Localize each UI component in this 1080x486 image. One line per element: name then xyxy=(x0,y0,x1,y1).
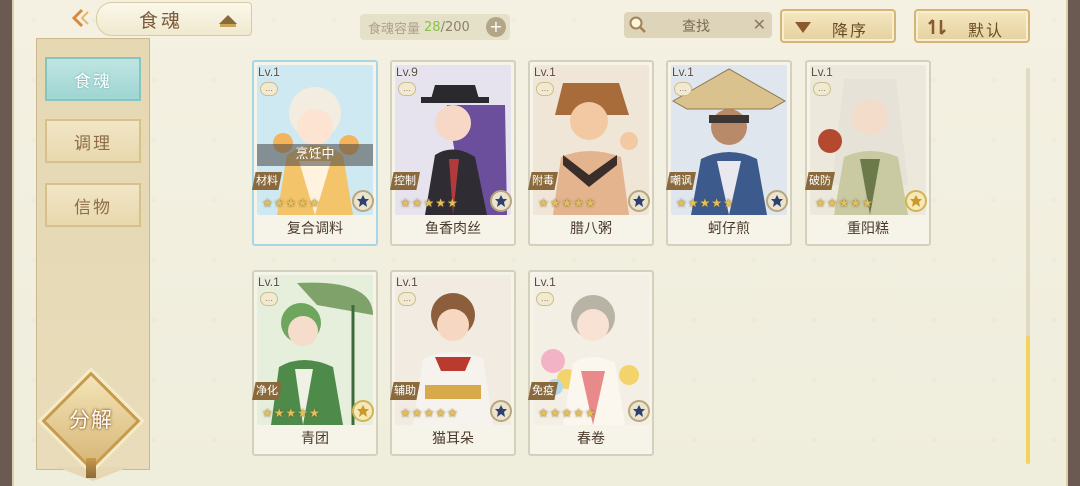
star-rating: ★★★★★ xyxy=(262,406,321,420)
food-soul-name: 复合调料 xyxy=(287,221,343,237)
sort-default-label: 默认 xyxy=(968,21,1005,40)
chef-hat-icon xyxy=(217,11,239,33)
capacity-current: 28 xyxy=(424,19,441,35)
sidebar-item-label: 信物 xyxy=(74,197,112,218)
food-soul-name: 腊八粥 xyxy=(570,221,612,237)
star-rating: ★★★★★ xyxy=(400,196,459,210)
element-emblem-icon xyxy=(352,190,374,212)
page-title-text: 食魂 xyxy=(139,9,184,32)
level-label: Lv.1 xyxy=(258,275,280,289)
star-rating: ★★★★★ xyxy=(538,196,597,210)
role-tag: 控制 xyxy=(390,172,420,190)
sort-order-button[interactable]: 降序 xyxy=(780,9,896,43)
sort-order-label: 降序 xyxy=(832,21,869,40)
level-label: Lv.1 xyxy=(811,65,833,79)
sort-down-icon xyxy=(792,18,814,40)
level-label: Lv.1 xyxy=(396,275,418,289)
role-tag: 破防 xyxy=(805,172,835,190)
back-arrow-icon xyxy=(68,6,92,30)
sort-default-button[interactable]: 默认 xyxy=(914,9,1030,43)
food-soul-card[interactable]: Lv.1 … 净化 ★★★★★ 青团 xyxy=(252,270,378,456)
expand-capacity-button[interactable]: + xyxy=(486,17,506,37)
chat-bubble-icon: … xyxy=(260,292,278,306)
element-emblem-icon xyxy=(490,400,512,422)
food-soul-card[interactable]: Lv.1 … 破防 ★★★★★ 重阳糕 xyxy=(805,60,931,246)
food-soul-name: 重阳糕 xyxy=(847,221,889,237)
sidebar-item-tokens[interactable]: 信物 xyxy=(45,183,141,227)
role-tag: 辅助 xyxy=(390,382,420,400)
element-emblem-icon xyxy=(766,190,788,212)
scrollbar-thumb[interactable] xyxy=(1026,336,1030,464)
food-soul-card[interactable]: Lv.1 … 嘲讽 ★★★★★ 蚵仔煎 xyxy=(666,60,792,246)
page-title: 食魂 xyxy=(96,2,252,36)
level-label: Lv.9 xyxy=(396,65,418,79)
chat-bubble-icon: … xyxy=(674,82,692,96)
food-soul-card[interactable]: Lv.1 … 辅助 ★★★★★ 猫耳朵 xyxy=(390,270,516,456)
food-soul-card[interactable]: Lv.9 … 控制 ★★★★★ 鱼香肉丝 xyxy=(390,60,516,246)
star-rating: ★★★★★ xyxy=(676,196,735,210)
element-emblem-icon xyxy=(628,400,650,422)
role-tag: 嘲讽 xyxy=(666,172,696,190)
chat-bubble-icon: … xyxy=(536,82,554,96)
food-soul-name: 青团 xyxy=(301,431,329,447)
sidebar-item-label: 食魂 xyxy=(74,71,112,92)
sidebar-item-seasoning[interactable]: 调理 xyxy=(45,119,141,163)
chat-bubble-icon: … xyxy=(536,292,554,306)
chat-bubble-icon: … xyxy=(813,82,831,96)
search-box[interactable]: 查找 ✕ xyxy=(624,12,772,38)
role-tag: 净化 xyxy=(252,382,282,400)
food-soul-name: 猫耳朵 xyxy=(432,431,474,447)
chat-bubble-icon: … xyxy=(398,292,416,306)
role-tag: 附毒 xyxy=(528,172,558,190)
search-clear-button[interactable]: ✕ xyxy=(753,15,766,34)
chat-bubble-icon: … xyxy=(398,82,416,96)
element-emblem-icon xyxy=(628,190,650,212)
food-soul-name: 蚵仔煎 xyxy=(708,221,750,237)
level-label: Lv.1 xyxy=(534,65,556,79)
star-rating: ★★★★★ xyxy=(538,406,597,420)
food-soul-card[interactable]: Lv.1 … 免疫 ★★★★★ 春卷 xyxy=(528,270,654,456)
role-tag: 免疫 xyxy=(528,382,558,400)
capacity-display: 食魂容量 28 /200 + xyxy=(360,14,510,40)
search-icon xyxy=(628,15,648,39)
level-label: Lv.1 xyxy=(534,275,556,289)
role-tag: 材料 xyxy=(252,172,282,190)
sidebar-item-food-souls[interactable]: 食魂 xyxy=(45,57,141,101)
food-soul-card[interactable]: Lv.1 … 附毒 ★★★★★ 腊八粥 xyxy=(528,60,654,246)
capacity-label: 食魂容量 xyxy=(368,21,421,37)
food-soul-card[interactable]: Lv.1 … 烹饪中 材料 ★★★★★ 复合调料 xyxy=(252,60,378,246)
cooking-status: 烹饪中 xyxy=(257,144,373,166)
level-label: Lv.1 xyxy=(258,65,280,79)
food-soul-name: 春卷 xyxy=(577,431,605,447)
chat-bubble-icon: … xyxy=(260,82,278,96)
decompose-tassel xyxy=(86,458,96,478)
capacity-max: /200 xyxy=(440,19,470,35)
element-emblem-icon xyxy=(352,400,374,422)
decompose-label: 分解 xyxy=(69,408,113,432)
star-rating: ★★★★★ xyxy=(400,406,459,420)
sidebar-item-label: 调理 xyxy=(74,133,112,154)
star-rating: ★★★★★ xyxy=(262,196,321,210)
search-label: 查找 xyxy=(682,19,710,35)
sort-swap-icon xyxy=(926,18,948,40)
star-rating: ★★★★★ xyxy=(815,196,874,210)
element-emblem-icon xyxy=(905,190,927,212)
food-soul-name: 鱼香肉丝 xyxy=(425,221,481,237)
element-emblem-icon xyxy=(490,190,512,212)
level-label: Lv.1 xyxy=(672,65,694,79)
